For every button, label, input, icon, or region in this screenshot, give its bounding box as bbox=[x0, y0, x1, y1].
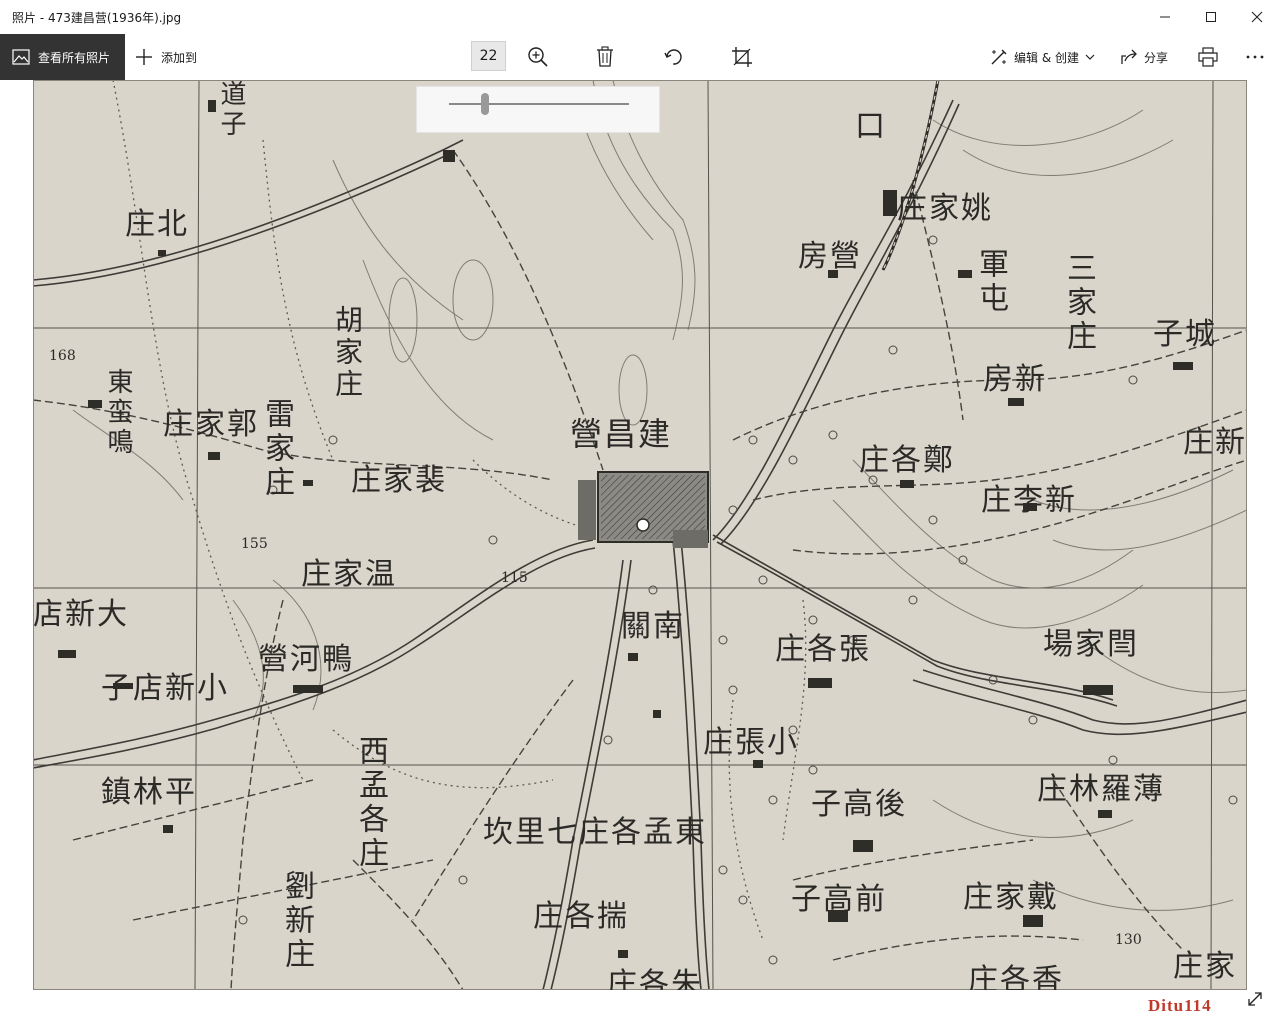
place-label: 關南 bbox=[621, 609, 685, 644]
view-all-photos-button[interactable]: 查看所有照片 bbox=[0, 34, 125, 80]
image-viewer: 道子 庄北 胡家庄 東蛮鳴 庄家郭 雷家庄 庄家裴 庄家温 店新大 營河鴨 子店… bbox=[0, 80, 1280, 1023]
title-bar: 照片 - 473建昌营(1936年).jpg bbox=[0, 0, 1280, 34]
place-label: 三家庄 bbox=[1061, 252, 1096, 354]
map-watermark: Ditu114 bbox=[1148, 996, 1212, 1015]
elevation-label: 130 bbox=[1115, 932, 1142, 948]
place-label: 營河鴨 bbox=[258, 642, 354, 677]
maximize-button[interactable] bbox=[1188, 0, 1234, 34]
edit-create-button[interactable]: 编辑 & 创建 bbox=[990, 34, 1095, 80]
zoom-button[interactable] bbox=[524, 43, 552, 71]
minimize-button[interactable] bbox=[1142, 0, 1188, 34]
printer-icon bbox=[1198, 47, 1218, 67]
place-label: 庄家温 bbox=[301, 557, 397, 592]
place-label: 房新 bbox=[983, 362, 1047, 397]
elevation-label: 155 bbox=[241, 536, 268, 552]
share-label: 分享 bbox=[1144, 50, 1169, 65]
share-icon bbox=[1121, 49, 1137, 64]
place-label: 店新大 bbox=[33, 597, 129, 632]
place-label: 庄家裴 bbox=[351, 463, 447, 498]
crop-icon bbox=[732, 47, 752, 67]
zoom-level-display[interactable]: 22 bbox=[471, 41, 506, 71]
map-image[interactable]: 道子 庄北 胡家庄 東蛮鳴 庄家郭 雷家庄 庄家裴 庄家温 店新大 營河鴨 子店… bbox=[33, 80, 1247, 990]
place-label: 庄各香 bbox=[968, 963, 1064, 991]
add-to-label: 添加到 bbox=[161, 50, 198, 65]
place-label: 鎮林平 bbox=[101, 775, 197, 810]
rotate-button[interactable] bbox=[660, 43, 688, 71]
edit-magic-icon bbox=[991, 49, 1007, 65]
place-label: 軍屯 bbox=[973, 248, 1008, 316]
place-label: 場家閆 bbox=[1043, 627, 1139, 662]
chevron-down-icon bbox=[1085, 54, 1095, 60]
place-label: 房營 bbox=[798, 239, 862, 274]
window-title: 照片 - 473建昌营(1936年).jpg bbox=[12, 11, 182, 25]
place-label: 庄各鄭 bbox=[859, 443, 955, 478]
place-label: 庄張小 bbox=[703, 725, 799, 760]
place-label: 道子 bbox=[216, 80, 246, 140]
place-label: 庄家郭 bbox=[163, 407, 259, 442]
place-label: 子店新小 bbox=[101, 671, 229, 706]
place-label: 子城 bbox=[1153, 317, 1217, 352]
place-label: 庄李新 bbox=[981, 483, 1077, 518]
crop-button[interactable] bbox=[728, 43, 756, 71]
place-label: 庄家戴 bbox=[963, 880, 1059, 915]
more-icon bbox=[1246, 55, 1264, 59]
map-terrain bbox=[33, 80, 1247, 990]
zoom-slider-track[interactable] bbox=[449, 103, 629, 105]
trash-icon bbox=[597, 46, 613, 67]
zoom-slider-popup bbox=[416, 86, 660, 133]
plus-icon bbox=[136, 49, 152, 65]
close-icon bbox=[1251, 11, 1263, 23]
place-label: 庄新 bbox=[1183, 425, 1247, 460]
place-label: 口 bbox=[855, 109, 887, 144]
view-all-photos-label: 查看所有照片 bbox=[38, 50, 111, 65]
place-label: 坎里七庄各孟東 bbox=[483, 815, 707, 850]
add-to-button[interactable]: 添加到 bbox=[135, 34, 197, 80]
share-button[interactable]: 分享 bbox=[1120, 34, 1168, 80]
place-label: 庄北 bbox=[125, 207, 189, 242]
print-button[interactable] bbox=[1194, 43, 1222, 71]
expand-icon bbox=[1248, 992, 1262, 1006]
delete-button[interactable] bbox=[591, 43, 619, 71]
toolbar: 查看所有照片 添加到 22 编辑 & 创建 分享 bbox=[0, 34, 1280, 80]
place-label: 營昌建 bbox=[570, 415, 673, 453]
elevation-label: 115 bbox=[501, 570, 528, 586]
fullscreen-button[interactable] bbox=[1244, 988, 1266, 1010]
rotate-icon bbox=[664, 49, 682, 65]
place-label: 庄林羅薄 bbox=[1037, 772, 1165, 807]
place-label: 西孟各庄 bbox=[353, 735, 388, 871]
place-label: 庄家姚 bbox=[897, 191, 993, 226]
place-label: 子高後 bbox=[811, 787, 907, 822]
place-label: 庄各揣 bbox=[533, 899, 629, 934]
place-label: 胡家庄 bbox=[331, 305, 364, 401]
maximize-icon bbox=[1206, 12, 1216, 22]
photo-gallery-icon bbox=[12, 49, 30, 65]
more-options-button[interactable] bbox=[1241, 43, 1269, 71]
edit-create-label: 编辑 & 创建 bbox=[1014, 50, 1079, 65]
place-label: 劉新庄 bbox=[279, 870, 314, 972]
place-label: 庄各朱 bbox=[607, 967, 703, 991]
place-label: 雷家庄 bbox=[259, 398, 294, 500]
zoom-in-icon bbox=[528, 47, 548, 67]
place-label: 東蛮鳴 bbox=[103, 368, 133, 458]
place-label: 庄家 bbox=[1173, 949, 1237, 984]
place-label: 庄各張 bbox=[775, 632, 871, 667]
zoom-slider-thumb[interactable] bbox=[481, 93, 489, 115]
close-button[interactable] bbox=[1234, 0, 1280, 34]
place-label: 子高前 bbox=[791, 882, 887, 917]
minimize-icon bbox=[1160, 16, 1170, 18]
elevation-label: 168 bbox=[49, 348, 76, 364]
